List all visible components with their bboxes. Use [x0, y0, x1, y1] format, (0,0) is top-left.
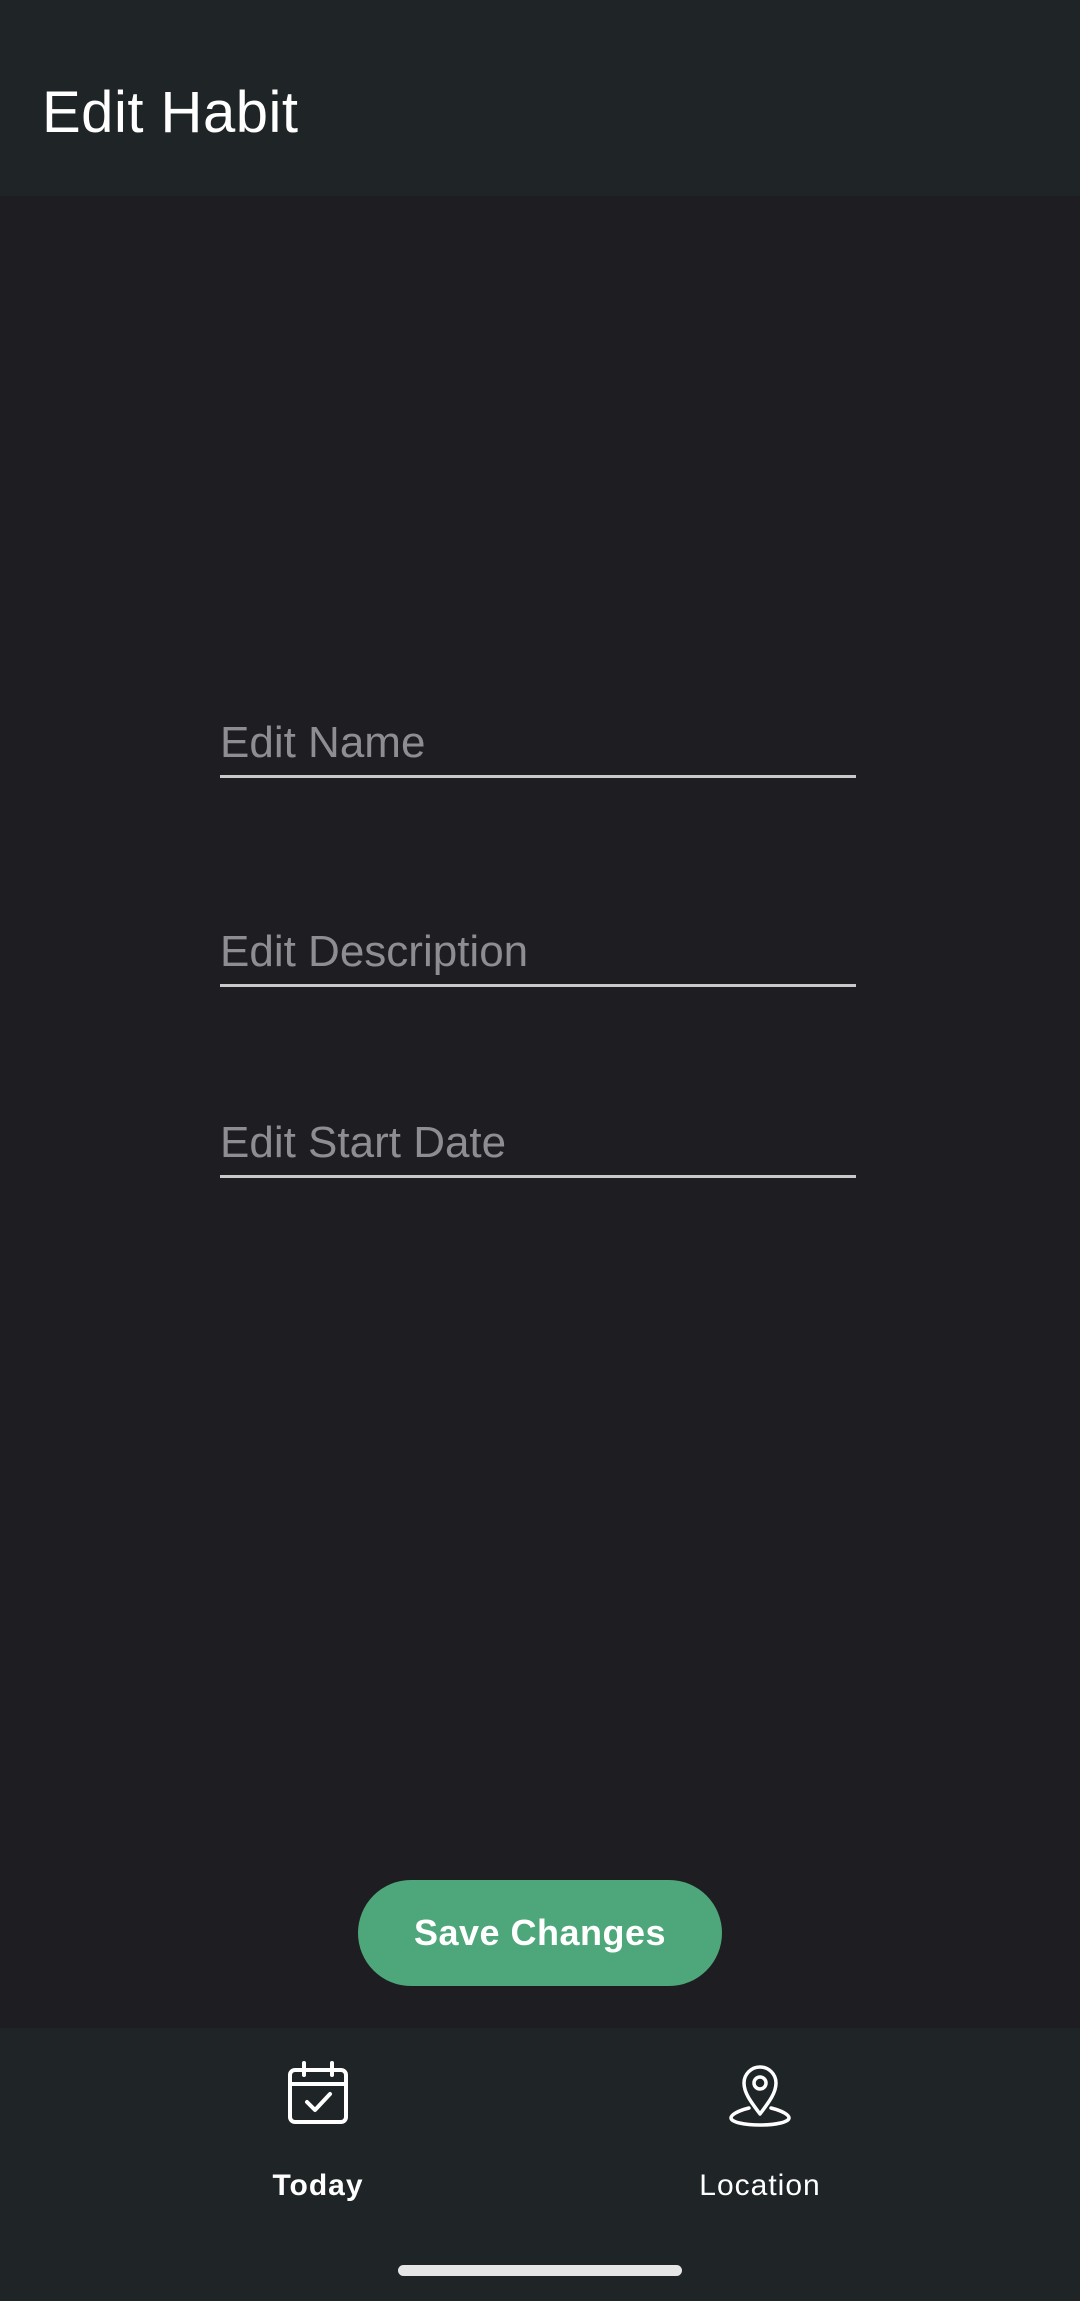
- nav-item-today[interactable]: Today: [168, 2028, 468, 2228]
- name-input[interactable]: [220, 711, 856, 775]
- description-input[interactable]: [220, 920, 856, 984]
- nav-label-location: Location: [699, 2169, 821, 2202]
- nav-label-today: Today: [272, 2169, 364, 2202]
- calendar-check-icon: [283, 2058, 353, 2128]
- page-title: Edit Habit: [42, 80, 299, 145]
- start-date-field[interactable]: [220, 1111, 856, 1178]
- map-pin-icon: [725, 2058, 795, 2128]
- home-indicator[interactable]: [398, 2265, 682, 2276]
- start-date-input[interactable]: [220, 1111, 856, 1175]
- description-field[interactable]: [220, 920, 856, 987]
- nav-item-location[interactable]: Location: [610, 2028, 910, 2228]
- bottom-navigation: Today Location: [0, 2028, 1080, 2301]
- app-bar: Edit Habit: [0, 0, 1080, 196]
- save-changes-button[interactable]: Save Changes: [358, 1880, 722, 1986]
- name-field[interactable]: [220, 711, 856, 778]
